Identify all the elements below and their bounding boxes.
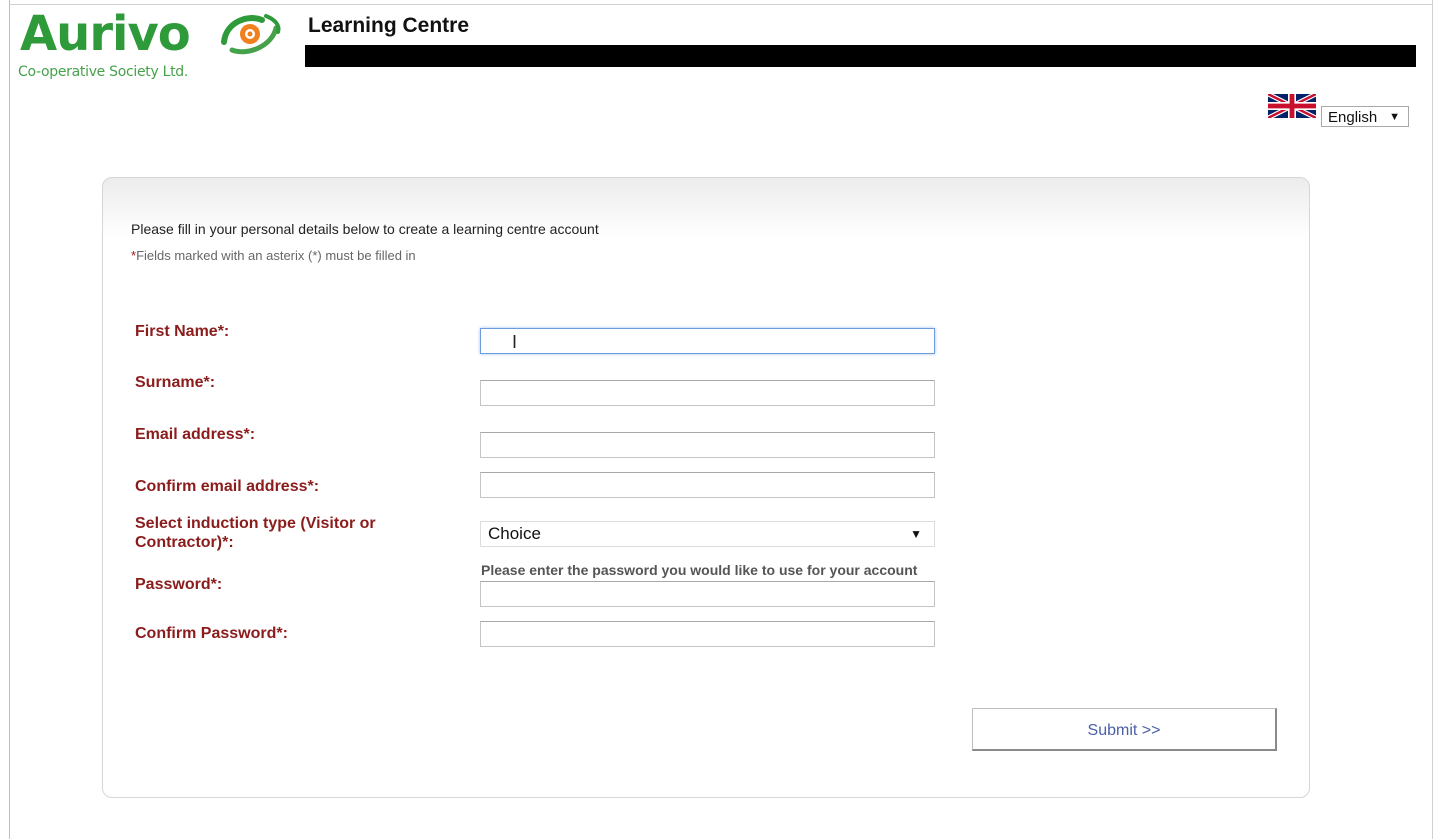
window-border-top	[9, 4, 1433, 5]
uk-flag-icon[interactable]	[1268, 91, 1316, 121]
language-select-value: English	[1328, 109, 1378, 126]
induction-type-label-line2: Contractor)*:	[135, 534, 234, 551]
surname-label: Surname*:	[135, 374, 216, 391]
confirm-password-label: Confirm Password*:	[135, 625, 288, 642]
text-cursor-icon: I	[512, 332, 518, 352]
window-border-left	[9, 0, 10, 839]
password-hint: Please enter the password you would like…	[481, 562, 918, 578]
window-border-right	[1432, 0, 1433, 839]
induction-type-select[interactable]: Choice ▼	[480, 521, 935, 547]
required-fields-note: *Fields marked with an asterix (*) must …	[131, 248, 416, 263]
aurivo-swirl-icon	[221, 14, 281, 55]
brand-logo[interactable]: Aurivo Co-operative Society Ltd.	[18, 8, 288, 88]
dropdown-arrow-icon: ▼	[910, 527, 922, 541]
induction-type-label-line1: Select induction type (Visitor or	[135, 515, 376, 532]
confirm-email-input[interactable]	[480, 472, 935, 498]
brand-tagline: Co-operative Society Ltd.	[18, 64, 189, 80]
induction-type-value: Choice	[488, 524, 541, 543]
dropdown-arrow-icon: ▼	[1389, 111, 1400, 123]
submit-button[interactable]: Submit >>	[972, 708, 1277, 751]
form-intro-text: Please fill in your personal details bel…	[131, 221, 599, 237]
language-select[interactable]: English ▼	[1321, 106, 1409, 127]
confirm-email-label: Confirm email address*:	[135, 478, 320, 495]
confirm-password-input[interactable]	[480, 621, 935, 647]
surname-input[interactable]	[480, 380, 935, 406]
email-label: Email address*:	[135, 426, 256, 443]
password-label: Password*:	[135, 576, 223, 593]
email-input[interactable]	[480, 432, 935, 458]
induction-type-label: Select induction type (Visitor or Contra…	[135, 514, 376, 552]
first-name-label: First Name*:	[135, 323, 230, 340]
first-name-input[interactable]	[480, 328, 935, 354]
brand-name: Aurivo	[20, 6, 191, 62]
password-input[interactable]	[480, 581, 935, 607]
header-bar	[305, 45, 1416, 67]
page-title: Learning Centre	[308, 14, 470, 37]
required-note-text: Fields marked with an asterix (*) must b…	[136, 248, 416, 263]
